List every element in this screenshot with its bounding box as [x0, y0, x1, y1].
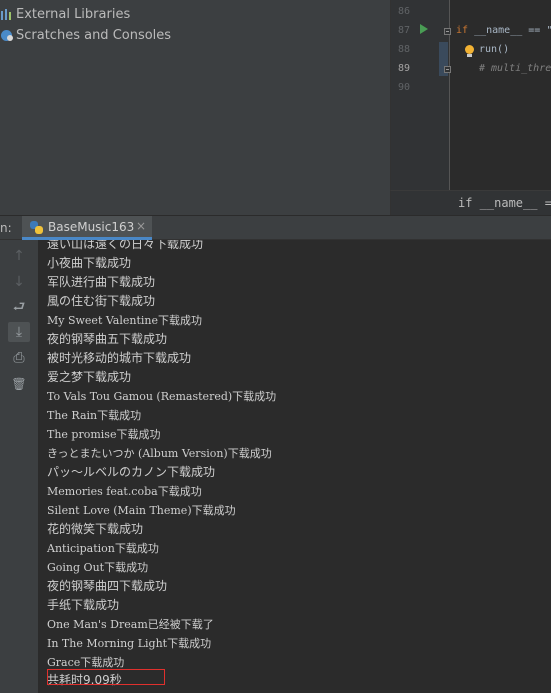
console-line: 手纸下载成功 [47, 598, 120, 612]
console-line: 夜的钢琴曲五下载成功 [47, 332, 168, 346]
python-icon [30, 221, 43, 234]
console-line: In The Morning Light下载成功 [47, 637, 212, 650]
tab-basemusic163[interactable]: BaseMusic163 × [22, 216, 152, 240]
line-number: 90 [397, 82, 410, 93]
console-line: Silent Love (Main Theme)下载成功 [47, 504, 236, 517]
console-line: My Sweet Valentine下载成功 [47, 314, 202, 327]
scratches-icon [0, 28, 14, 42]
run-window-header: n: BaseMusic163 × [0, 215, 551, 240]
line-number: 88 [397, 44, 410, 55]
console-line: Grace下载成功 [47, 656, 125, 669]
code-line-89[interactable]: # multi_thre [479, 63, 551, 74]
console-line: 小夜曲下载成功 [47, 256, 132, 270]
console-line: パッ～ルベルのカノン下载成功 [47, 465, 216, 479]
console-line: 被时光移动的城市下载成功 [47, 351, 192, 365]
console-line: 遠い山は遠くの日々下载成功 [47, 240, 204, 251]
print-icon[interactable]: ⎙ [8, 348, 30, 368]
tree-item-scratches[interactable]: Scratches and Consoles [0, 25, 171, 45]
soft-wrap-icon[interactable]: ⮐ [8, 298, 30, 318]
up-arrow-icon[interactable]: ↑ [8, 246, 30, 266]
console-line: Going Out下载成功 [47, 561, 149, 574]
code-editor[interactable]: 86 87 88 89 90 if __name__ == " run() # … [390, 0, 551, 190]
console-line: 風の住む街下载成功 [47, 294, 156, 308]
code-line-88[interactable]: run() [479, 44, 509, 55]
tab-label: BaseMusic163 [48, 220, 135, 234]
run-toolbar: ↑ ↓ ⮐ ⤓ ⎙ 🗑 [0, 240, 38, 693]
console-line: 花的微笑下载成功 [47, 522, 144, 536]
close-icon[interactable]: × [136, 219, 146, 233]
line-number: 86 [397, 6, 410, 17]
fold-icon[interactable] [444, 66, 451, 73]
code-line-87[interactable]: if __name__ == " [456, 25, 551, 36]
breadcrumb: if __name__ == ' [390, 190, 551, 215]
console-line: Memories feat.coba下载成功 [47, 485, 202, 498]
run-window-label: n: [0, 221, 12, 235]
breadcrumb-label[interactable]: if __name__ == ' [458, 196, 551, 210]
line-number: 87 [397, 25, 410, 36]
console-line: 夜的钢琴曲四下载成功 [47, 579, 168, 593]
tree-item-label: Scratches and Consoles [16, 27, 172, 43]
console-line: きっとまたいつか (Album Version)下载成功 [47, 447, 272, 460]
console-line: The promise下载成功 [47, 428, 161, 441]
console-output[interactable]: 遠い山は遠くの日々下载成功 小夜曲下载成功 军队进行曲下载成功 風の住む街下载成… [38, 240, 551, 693]
fold-icon[interactable] [444, 28, 451, 35]
console-line: One Man's Dream已经被下载了 [47, 618, 214, 631]
highlight-box [47, 669, 165, 685]
line-number-current: 89 [397, 63, 410, 74]
console-line: 军队进行曲下载成功 [47, 275, 156, 289]
console-line: 爱之梦下载成功 [47, 370, 132, 384]
console-line: The Rain下载成功 [47, 409, 142, 422]
trash-icon[interactable]: 🗑 [8, 374, 30, 394]
run-gutter-icon[interactable] [420, 24, 428, 34]
scroll-to-end-icon[interactable]: ⤓ [8, 322, 30, 342]
tree-item-external-libraries[interactable]: External Libraries [0, 4, 130, 24]
library-icon [0, 7, 14, 21]
tree-item-label: External Libraries [16, 6, 131, 22]
project-tree-panel: External Libraries Scratches and Console… [0, 0, 390, 215]
console-line: Anticipation下载成功 [47, 542, 159, 555]
intention-bulb-icon[interactable] [465, 45, 474, 57]
down-arrow-icon[interactable]: ↓ [8, 272, 30, 292]
console-line: To Vals Tou Gamou (Remastered)下载成功 [47, 390, 277, 403]
